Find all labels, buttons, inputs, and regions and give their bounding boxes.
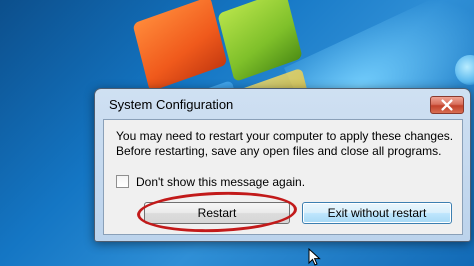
dialog-title: System Configuration (109, 97, 234, 112)
dialog-titlebar[interactable]: System Configuration (95, 89, 470, 119)
message-line-1: You may need to restart your computer to… (116, 129, 454, 143)
exit-without-restart-button[interactable]: Exit without restart (302, 202, 452, 224)
dialog-message: You may need to restart your computer to… (116, 129, 456, 159)
dont-show-again-checkbox[interactable] (116, 175, 129, 188)
close-button[interactable] (430, 96, 464, 114)
mouse-pointer-icon (308, 248, 321, 266)
dont-show-again-label[interactable]: Don't show this message again. (136, 174, 305, 190)
close-icon (441, 99, 453, 111)
wallpaper-flag-red (132, 0, 228, 92)
message-line-2: Before restarting, save any open files a… (116, 144, 442, 158)
